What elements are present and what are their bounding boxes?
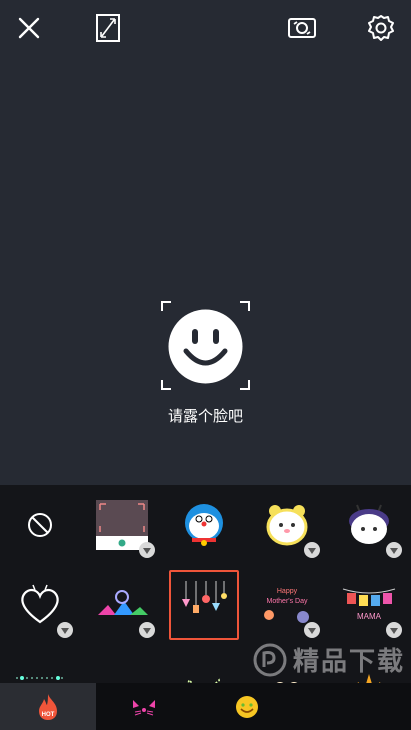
tab-hot-label: HOT bbox=[41, 712, 55, 718]
download-icon bbox=[139, 542, 155, 558]
aspect-ratio-button[interactable] bbox=[90, 10, 126, 46]
sticker-none[interactable] bbox=[5, 490, 75, 560]
cat-face-icon bbox=[133, 699, 155, 715]
download-icon bbox=[304, 622, 320, 638]
download-icon bbox=[386, 542, 402, 558]
sticker-doraemon[interactable] bbox=[169, 490, 239, 560]
doraemon-sticker bbox=[185, 504, 223, 546]
svg-text:Happy: Happy bbox=[277, 588, 298, 595]
svg-text:Mother's Day: Mother's Day bbox=[266, 598, 308, 605]
close-button[interactable] bbox=[11, 10, 47, 46]
settings-button[interactable] bbox=[363, 10, 399, 46]
svg-text:MAMA: MAMA bbox=[357, 612, 382, 621]
sticker-hanging-charms[interactable] bbox=[169, 570, 239, 640]
close-icon bbox=[18, 17, 40, 39]
watermark-text: 精品下载 bbox=[292, 646, 405, 676]
watermark: 精品下载 bbox=[253, 641, 405, 678]
tab-more[interactable] bbox=[302, 683, 411, 730]
sticker-cat-bear[interactable] bbox=[252, 490, 322, 560]
emoji-icon bbox=[236, 695, 258, 718]
sticker-mothers-day[interactable]: Happy Mother's Day bbox=[252, 570, 322, 640]
download-icon bbox=[57, 622, 73, 638]
sticker-bee-cat[interactable] bbox=[334, 490, 404, 560]
charms-sticker bbox=[182, 581, 227, 613]
download-icon bbox=[139, 622, 155, 638]
sticker-heart[interactable] bbox=[5, 570, 75, 640]
watermark-logo-icon bbox=[253, 643, 287, 676]
flip-camera-button[interactable] bbox=[284, 10, 320, 46]
flip-camera-icon bbox=[288, 18, 316, 38]
hats-sticker bbox=[98, 590, 148, 615]
tab-cat-face[interactable] bbox=[96, 683, 192, 730]
mama-banner-sticker: MAMA bbox=[342, 588, 396, 621]
download-icon bbox=[304, 542, 320, 558]
sticker-mama-banner[interactable]: MAMA bbox=[334, 570, 404, 640]
sticker-category-tabs: HOT bbox=[0, 683, 411, 730]
sticker-frame[interactable] bbox=[87, 490, 157, 560]
no-sticker-icon bbox=[28, 513, 52, 537]
face-hint-text: 请露个脸吧 bbox=[167, 408, 243, 425]
tab-hot[interactable]: HOT bbox=[0, 683, 96, 730]
smiley-face-icon bbox=[168, 309, 243, 384]
bee-sticker bbox=[349, 504, 389, 544]
face-detection-frame bbox=[161, 301, 250, 390]
camera-preview: 请露个脸吧 bbox=[0, 0, 411, 485]
heart-sticker bbox=[21, 584, 59, 624]
tab-emoji[interactable] bbox=[192, 683, 302, 730]
sticker-hats[interactable] bbox=[87, 570, 157, 640]
cat-sticker bbox=[266, 505, 308, 546]
mothers-day-sticker: Happy Mother's Day bbox=[264, 588, 309, 623]
settings-icon bbox=[368, 15, 394, 41]
download-icon bbox=[386, 622, 402, 638]
aspect-ratio-icon bbox=[96, 14, 120, 42]
